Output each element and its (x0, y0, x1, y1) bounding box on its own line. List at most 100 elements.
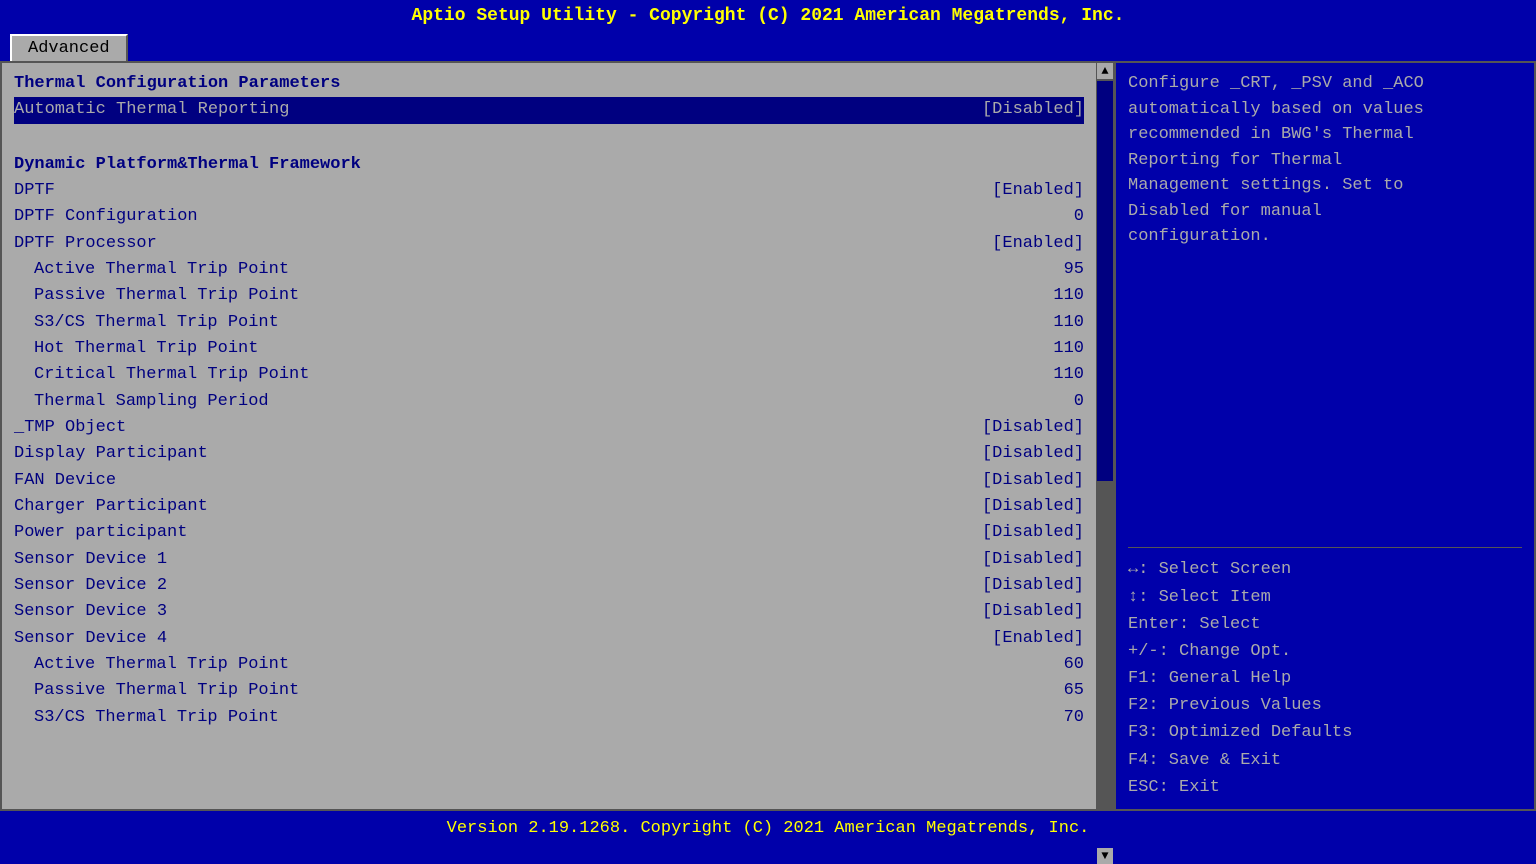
table-row[interactable]: Passive Thermal Trip Point65 (14, 678, 1084, 704)
settings-list: Thermal Configuration ParametersAutomati… (14, 71, 1084, 731)
help-line: automatically based on values (1128, 97, 1522, 123)
key-hint: F2: Previous Values (1128, 692, 1522, 719)
footer-text: Version 2.19.1268. Copyright (C) 2021 Am… (447, 819, 1090, 838)
setting-value: [Disabled] (982, 573, 1084, 599)
footer: Version 2.19.1268. Copyright (C) 2021 Am… (0, 811, 1536, 846)
key-hint: +/-: Change Opt. (1128, 638, 1522, 665)
setting-value: 95 (1064, 257, 1084, 283)
setting-value: [Disabled] (982, 97, 1084, 123)
table-row: Thermal Configuration Parameters (14, 71, 1084, 97)
left-panel: Thermal Configuration ParametersAutomati… (2, 63, 1096, 809)
divider (1128, 547, 1522, 548)
setting-label: DPTF (14, 178, 992, 204)
setting-value: [Enabled] (992, 178, 1084, 204)
setting-value: [Disabled] (982, 415, 1084, 441)
setting-label: Display Participant (14, 441, 982, 467)
table-row[interactable]: _TMP Object[Disabled] (14, 415, 1084, 441)
table-row[interactable]: S3/CS Thermal Trip Point110 (14, 310, 1084, 336)
table-row[interactable]: Sensor Device 3[Disabled] (14, 599, 1084, 625)
table-row[interactable]: Active Thermal Trip Point95 (14, 257, 1084, 283)
setting-label: S3/CS Thermal Trip Point (34, 310, 1053, 336)
scroll-down-button[interactable]: ▼ (1097, 848, 1113, 864)
setting-value: 70 (1064, 705, 1084, 731)
setting-value: 110 (1053, 283, 1084, 309)
table-row[interactable]: Sensor Device 4[Enabled] (14, 626, 1084, 652)
key-hint: ↕: Select Item (1128, 584, 1522, 611)
setting-label: Sensor Device 4 (14, 626, 992, 652)
table-row[interactable]: S3/CS Thermal Trip Point70 (14, 705, 1084, 731)
scroll-thumb[interactable] (1097, 81, 1113, 481)
key-hint: F4: Save & Exit (1128, 747, 1522, 774)
setting-label: Passive Thermal Trip Point (34, 678, 1064, 704)
setting-label: Active Thermal Trip Point (34, 257, 1064, 283)
setting-label: Thermal Sampling Period (34, 389, 1074, 415)
help-line: Configure _CRT, _PSV and _ACO (1128, 71, 1522, 97)
help-line: recommended in BWG's Thermal (1128, 122, 1522, 148)
table-row[interactable]: Active Thermal Trip Point60 (14, 652, 1084, 678)
table-row[interactable]: Hot Thermal Trip Point110 (14, 336, 1084, 362)
setting-value: 0 (1074, 389, 1084, 415)
key-hint: Enter: Select (1128, 611, 1522, 638)
setting-value: [Disabled] (982, 547, 1084, 573)
table-row[interactable]: Display Participant[Disabled] (14, 441, 1084, 467)
setting-label: _TMP Object (14, 415, 982, 441)
table-row[interactable]: Charger Participant[Disabled] (14, 494, 1084, 520)
setting-value: [Enabled] (992, 626, 1084, 652)
setting-label: Automatic Thermal Reporting (14, 97, 982, 123)
setting-value: 110 (1053, 362, 1084, 388)
setting-value: [Enabled] (992, 231, 1084, 257)
setting-value: 0 (1074, 204, 1084, 230)
setting-value: 110 (1053, 336, 1084, 362)
setting-label: Critical Thermal Trip Point (34, 362, 1053, 388)
key-hint: F3: Optimized Defaults (1128, 719, 1522, 746)
help-text: Configure _CRT, _PSV and _ACOautomatical… (1128, 71, 1522, 539)
setting-label: Charger Participant (14, 494, 982, 520)
title-text: Aptio Setup Utility - Copyright (C) 2021… (412, 6, 1125, 26)
tab-bar: Advanced (0, 32, 1536, 61)
setting-label: Sensor Device 3 (14, 599, 982, 625)
table-row[interactable]: DPTF[Enabled] (14, 178, 1084, 204)
setting-label: Passive Thermal Trip Point (34, 283, 1053, 309)
table-row[interactable]: Sensor Device 1[Disabled] (14, 547, 1084, 573)
key-hint: ESC: Exit (1128, 774, 1522, 801)
table-row[interactable]: FAN Device[Disabled] (14, 468, 1084, 494)
setting-value: [Disabled] (982, 441, 1084, 467)
setting-label: Active Thermal Trip Point (34, 652, 1064, 678)
setting-label: Sensor Device 1 (14, 547, 982, 573)
main-content: Thermal Configuration ParametersAutomati… (0, 61, 1536, 811)
setting-value: 65 (1064, 678, 1084, 704)
setting-label: Power participant (14, 520, 982, 546)
right-panel: Configure _CRT, _PSV and _ACOautomatical… (1114, 63, 1534, 809)
tab-advanced[interactable]: Advanced (10, 34, 128, 61)
setting-label: Hot Thermal Trip Point (34, 336, 1053, 362)
help-line: Reporting for Thermal (1128, 148, 1522, 174)
table-row[interactable]: DPTF Processor[Enabled] (14, 231, 1084, 257)
table-row[interactable]: Power participant[Disabled] (14, 520, 1084, 546)
empty-row (14, 124, 1084, 152)
setting-label: Sensor Device 2 (14, 573, 982, 599)
scroll-up-button[interactable]: ▲ (1097, 63, 1113, 79)
setting-label: S3/CS Thermal Trip Point (34, 705, 1064, 731)
setting-value: [Disabled] (982, 468, 1084, 494)
table-row[interactable]: Passive Thermal Trip Point110 (14, 283, 1084, 309)
table-row[interactable]: Automatic Thermal Reporting[Disabled] (14, 97, 1084, 123)
table-row[interactable]: Thermal Sampling Period0 (14, 389, 1084, 415)
help-line: Disabled for manual (1128, 199, 1522, 225)
setting-value: [Disabled] (982, 599, 1084, 625)
setting-label: FAN Device (14, 468, 982, 494)
setting-value: 110 (1053, 310, 1084, 336)
table-row[interactable]: DPTF Configuration0 (14, 204, 1084, 230)
title-bar: Aptio Setup Utility - Copyright (C) 2021… (0, 0, 1536, 32)
scrollbar[interactable]: ▲ ▼ (1096, 63, 1114, 809)
help-line: configuration. (1128, 224, 1522, 250)
key-hint: ↔: Select Screen (1128, 556, 1522, 583)
table-row[interactable]: Critical Thermal Trip Point110 (14, 362, 1084, 388)
setting-label: DPTF Processor (14, 231, 992, 257)
setting-value: 60 (1064, 652, 1084, 678)
table-row: Dynamic Platform&Thermal Framework (14, 152, 1084, 178)
key-hints: ↔: Select Screen↕: Select ItemEnter: Sel… (1128, 556, 1522, 801)
table-row[interactable]: Sensor Device 2[Disabled] (14, 573, 1084, 599)
setting-value: [Disabled] (982, 520, 1084, 546)
setting-value: [Disabled] (982, 494, 1084, 520)
help-line: Management settings. Set to (1128, 173, 1522, 199)
